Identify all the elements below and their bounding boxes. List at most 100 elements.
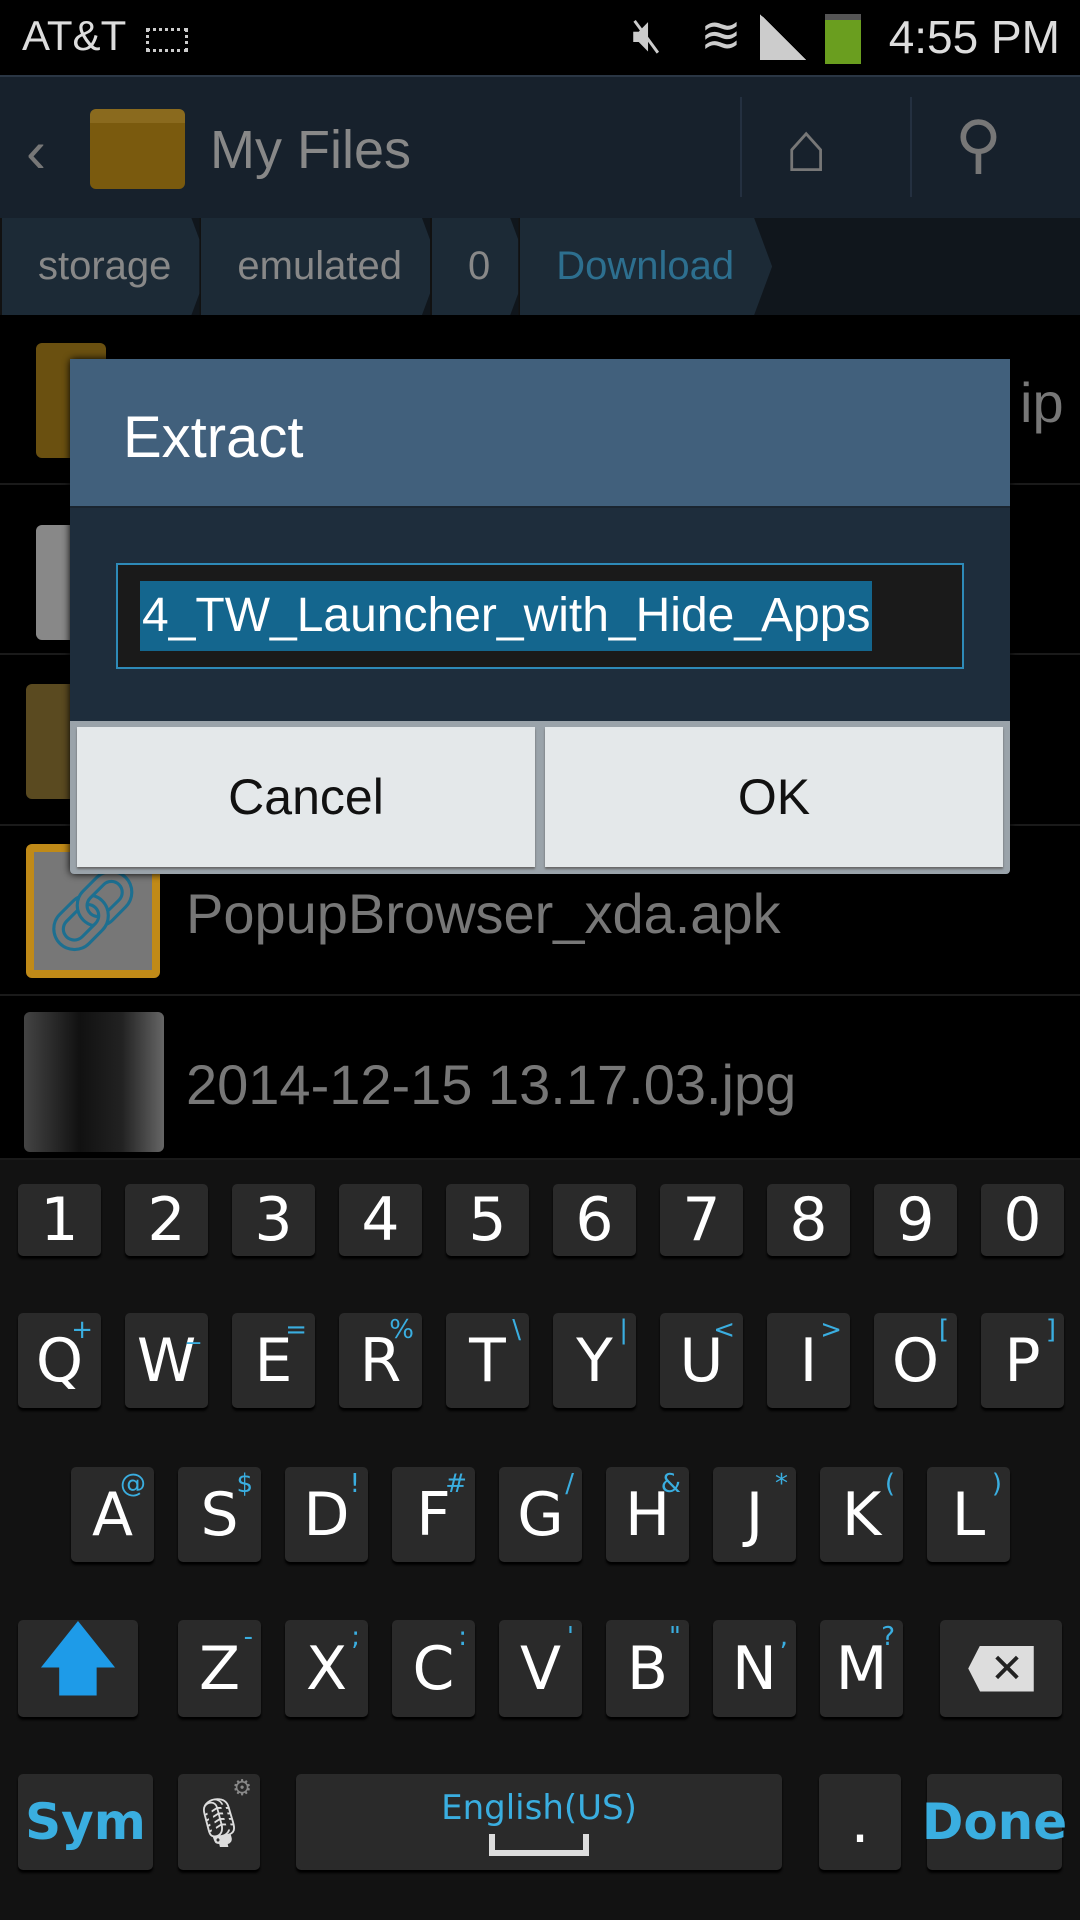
key-h[interactable]: H & (606, 1467, 689, 1562)
key-3[interactable]: 3 (232, 1184, 315, 1256)
key-b[interactable]: B " (606, 1620, 689, 1717)
back-icon[interactable]: ‹ (26, 117, 46, 186)
key-2[interactable]: 2 (125, 1184, 208, 1256)
key-label: B (626, 1633, 669, 1704)
key-alt-label: [ (938, 1315, 949, 1345)
key-z[interactable]: Z- (178, 1620, 261, 1717)
breadcrumb: storage emulated 0 Download (0, 218, 1080, 315)
key-alt-label: < (713, 1315, 735, 1345)
keyboard-icon (146, 28, 188, 52)
key-g[interactable]: G / (499, 1467, 582, 1562)
key-label: 1 (40, 1185, 79, 1255)
folder-icon (90, 109, 185, 189)
dialog-buttons: Cancel OK (70, 721, 1010, 874)
key-label: M (835, 1633, 888, 1704)
key-x[interactable]: X; (285, 1620, 368, 1717)
key-alt-label: | (619, 1315, 628, 1345)
key-0[interactable]: 0 (981, 1184, 1064, 1256)
key-label: 5 (468, 1185, 507, 1255)
key-alt-label: " (669, 1622, 681, 1652)
file-row[interactable]: 2014-12-15 13.17.03.jpg (0, 997, 1080, 1160)
key-label: Y (576, 1325, 613, 1396)
key-label: 8 (789, 1185, 828, 1255)
key-label: O (891, 1325, 940, 1396)
breadcrumb-0[interactable]: 0 (430, 218, 528, 315)
key-m[interactable]: M? (820, 1620, 903, 1717)
backspace-key[interactable]: ✕ (940, 1620, 1062, 1717)
key-i[interactable]: I > (767, 1313, 850, 1408)
period-key[interactable]: . (819, 1774, 901, 1870)
key-alt-label: ' (566, 1622, 574, 1652)
key-5[interactable]: 5 (446, 1184, 529, 1256)
key-f[interactable]: F # (392, 1467, 475, 1562)
key-k[interactable]: K( (820, 1467, 903, 1562)
key-o[interactable]: O[ (874, 1313, 957, 1408)
key-t[interactable]: T \ (446, 1313, 529, 1408)
key-alt-label: * (775, 1469, 788, 1499)
divider (910, 97, 912, 197)
key-s[interactable]: S $ (178, 1467, 261, 1562)
sym-key[interactable]: Sym (18, 1774, 153, 1870)
key-n[interactable]: N, (713, 1620, 796, 1717)
filename-input[interactable]: 4_TW_Launcher_with_Hide_Apps (116, 563, 964, 669)
key-d[interactable]: D! (285, 1467, 368, 1562)
key-label: 6 (575, 1185, 614, 1255)
key-alt-label: _ (187, 1315, 200, 1345)
shift-arrow-icon: 🡅 (36, 1611, 120, 1705)
key-v[interactable]: V ' (499, 1620, 582, 1717)
file-name: PopupBrowser_xda.apk (186, 882, 781, 945)
search-icon[interactable]: ⚲ (955, 107, 1002, 182)
signal-icon (760, 14, 806, 60)
key-9[interactable]: 9 (874, 1184, 957, 1256)
key-alt-label: % (389, 1315, 414, 1345)
key-label: X (305, 1633, 348, 1704)
space-key[interactable]: English(US) (296, 1774, 782, 1870)
ok-button[interactable]: OK (545, 727, 1003, 867)
language-label: English(US) (441, 1788, 637, 1828)
key-alt-label: ! (349, 1469, 360, 1499)
cancel-button[interactable]: Cancel (77, 727, 535, 867)
key-p[interactable]: P] (981, 1313, 1064, 1408)
key-label: C (412, 1633, 455, 1704)
key-j[interactable]: J * (713, 1467, 796, 1562)
key-label: 4 (361, 1185, 400, 1255)
key-label: 7 (682, 1185, 721, 1255)
key-alt-label: > (820, 1315, 842, 1345)
breadcrumb-emulated[interactable]: emulated (199, 218, 440, 315)
key-c[interactable]: C: (392, 1620, 475, 1717)
key-label: N (732, 1633, 777, 1704)
key-label: G (517, 1479, 564, 1550)
breadcrumb-download[interactable]: Download (518, 218, 772, 315)
key-4[interactable]: 4 (339, 1184, 422, 1256)
key-alt-label: ) (991, 1469, 1002, 1499)
key-y[interactable]: Y | (553, 1313, 636, 1408)
keyboard: 🡅 ✕ Sym 🎙︎ ⚙ English(US) . Done 123456789… (0, 1160, 1080, 1920)
key-label: 3 (254, 1185, 293, 1255)
key-e[interactable]: E = (232, 1313, 315, 1408)
settings-icon: ⚙ (232, 1776, 252, 1801)
key-w[interactable]: W _ (125, 1313, 208, 1408)
breadcrumb-storage[interactable]: storage (0, 218, 209, 315)
key-label: V (519, 1633, 562, 1704)
key-l[interactable]: L) (927, 1467, 1010, 1562)
mic-key[interactable]: 🎙︎ ⚙ (178, 1774, 260, 1870)
key-1[interactable]: 1 (18, 1184, 101, 1256)
clock: 4:55 PM (888, 11, 1060, 63)
divider (740, 97, 742, 197)
key-8[interactable]: 8 (767, 1184, 850, 1256)
key-alt-label: $ (236, 1469, 253, 1499)
key-u[interactable]: U < (660, 1313, 743, 1408)
key-7[interactable]: 7 (660, 1184, 743, 1256)
key-label: K (841, 1479, 882, 1550)
key-label: L (951, 1479, 986, 1550)
key-r[interactable]: R% (339, 1313, 422, 1408)
home-icon[interactable]: ⌂ (785, 107, 827, 187)
done-key[interactable]: Done (922, 1774, 1067, 1870)
key-a[interactable]: A @ (71, 1467, 154, 1562)
page-title: My Files (210, 120, 411, 180)
key-6[interactable]: 6 (553, 1184, 636, 1256)
key-q[interactable]: Q + (18, 1313, 101, 1408)
key-alt-label: ; (351, 1622, 360, 1652)
shift-key[interactable]: 🡅 (18, 1612, 138, 1717)
key-alt-label: / (565, 1469, 574, 1499)
